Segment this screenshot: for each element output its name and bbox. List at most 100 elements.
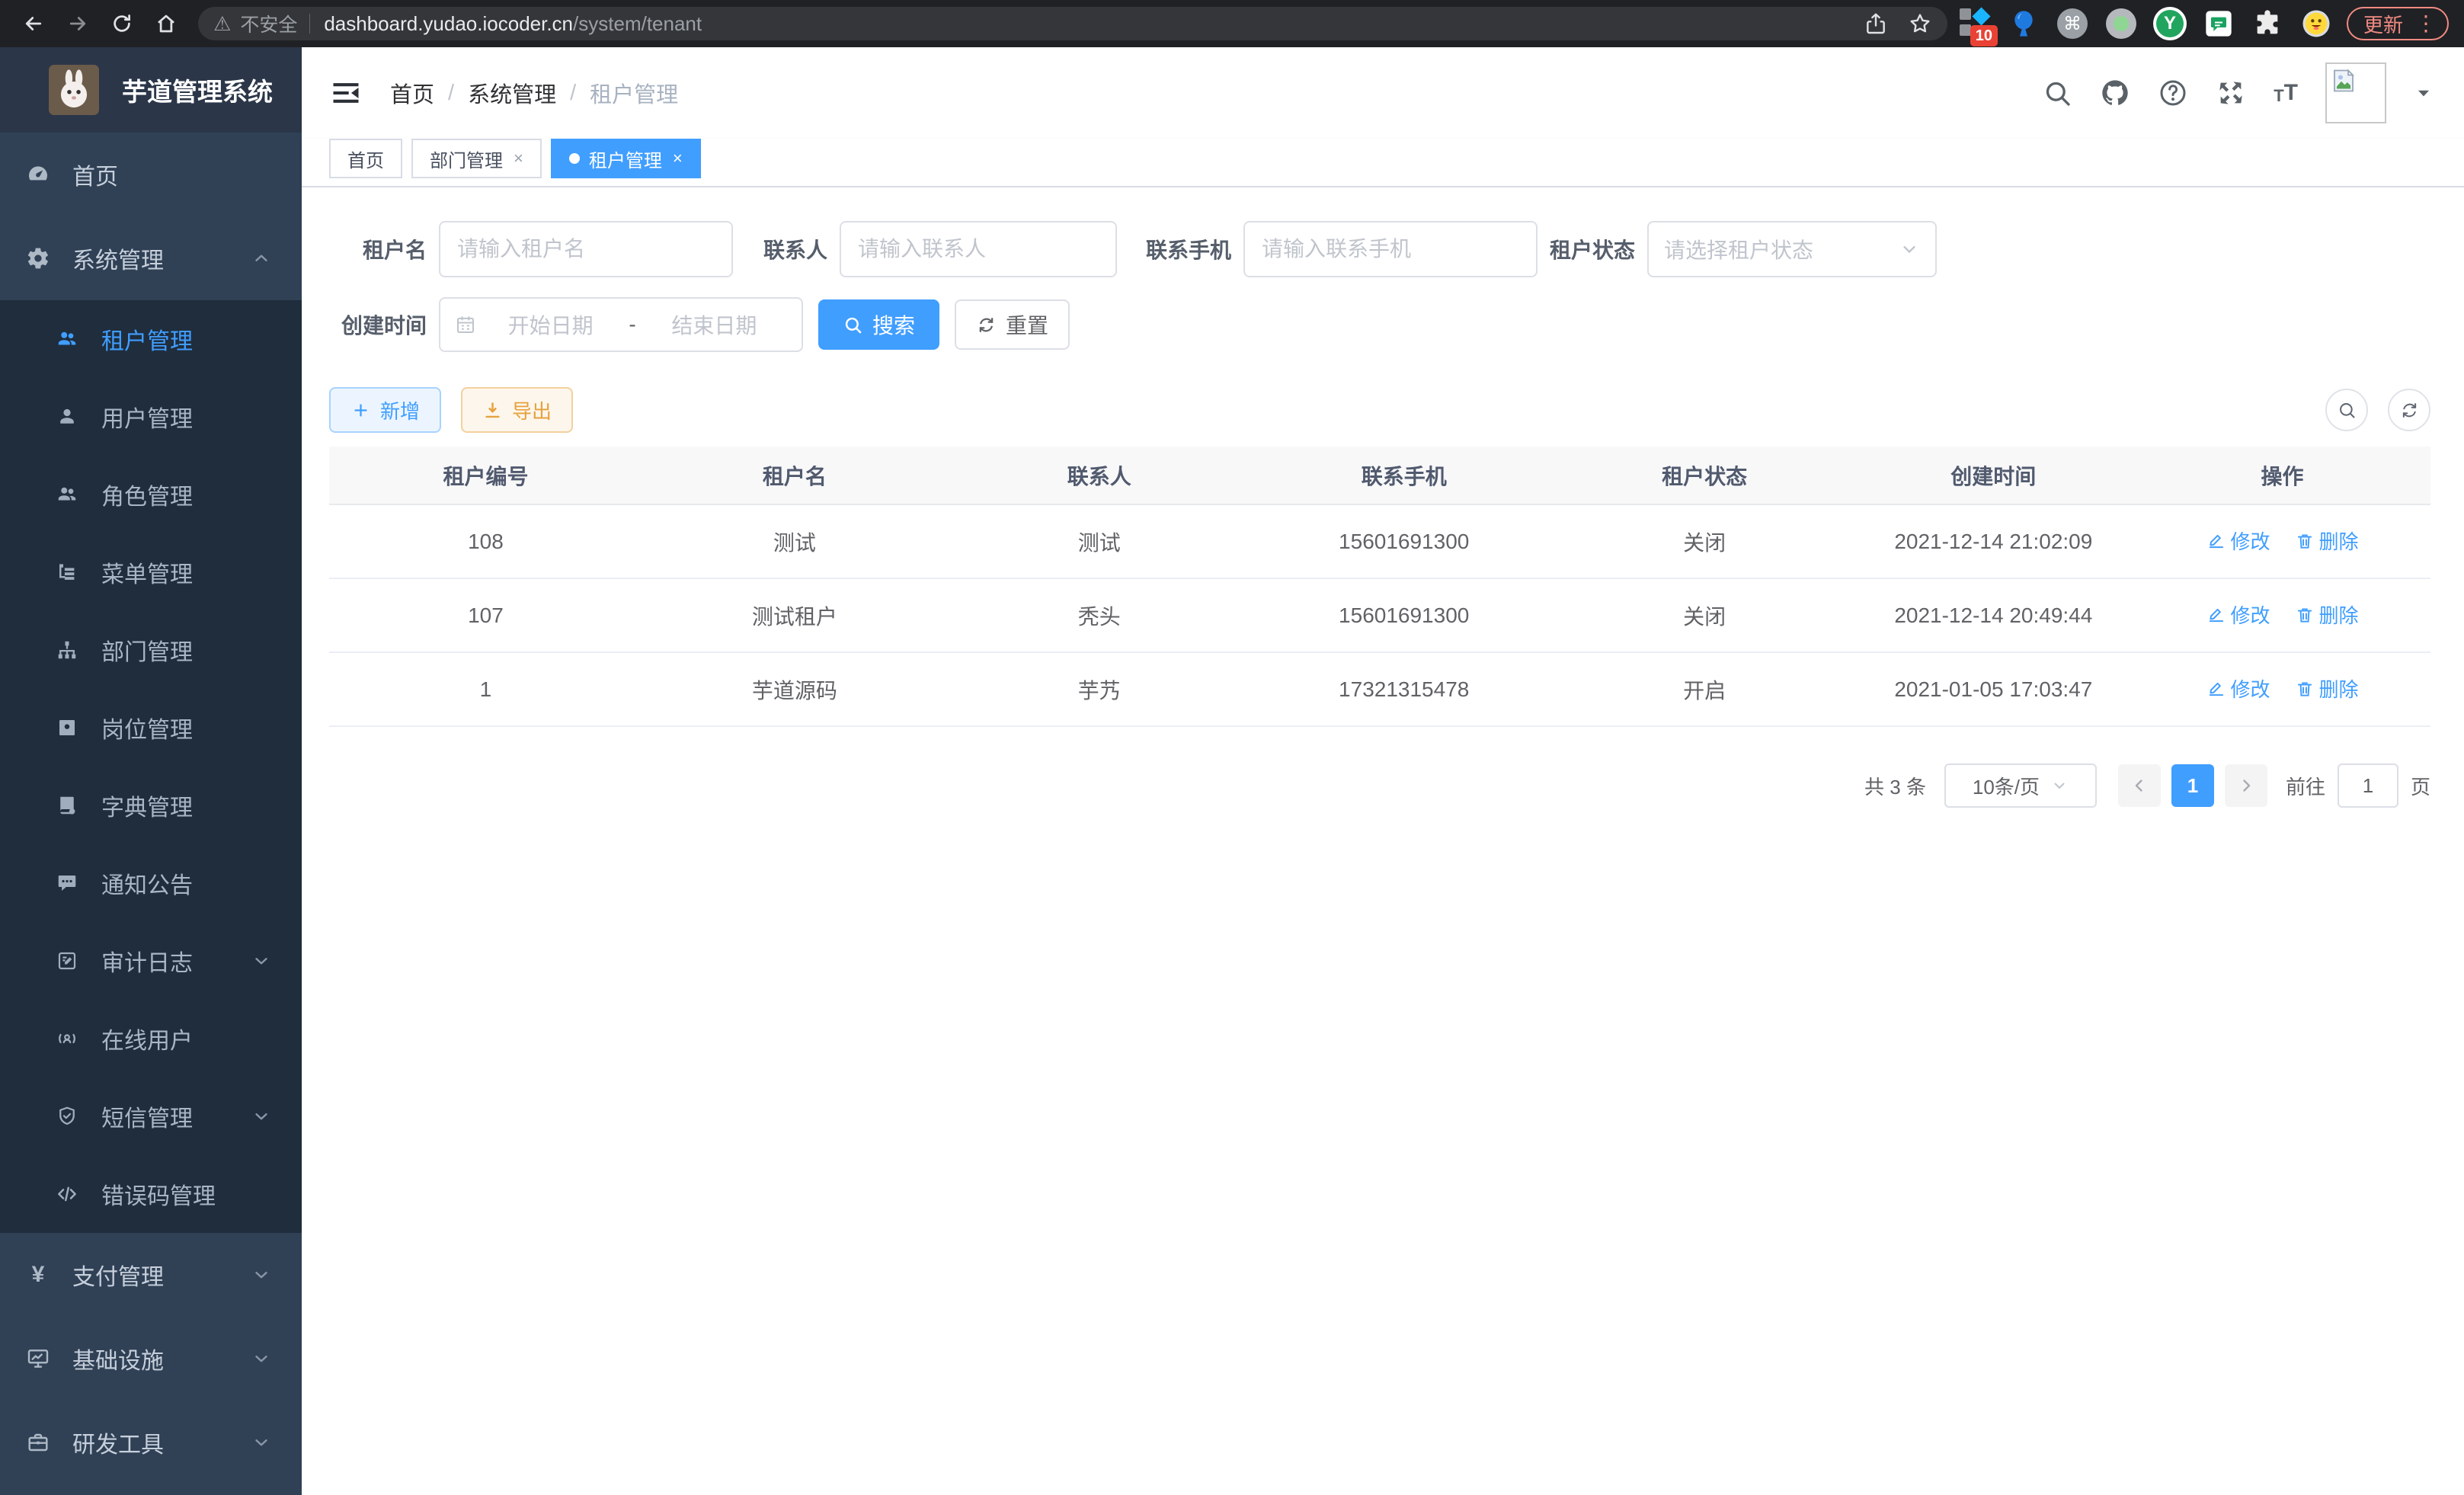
extensions-grid-icon[interactable]: 10 [1958,7,1992,40]
filter-row-2: 创建时间 开始日期 - 结束日期 搜索 重置 [329,297,2430,352]
page-number-1[interactable]: 1 [2171,764,2214,807]
trash-icon [2295,679,2315,699]
sidebar-item-role[interactable]: 角色管理 [0,456,302,533]
search-icon[interactable] [2042,78,2072,108]
reload-icon[interactable] [105,7,139,40]
back-icon[interactable] [17,7,50,40]
column-header: 租户状态 [1557,447,1853,504]
command-icon[interactable]: ⌘ [2056,7,2089,40]
sidebar-item-audit[interactable]: 审计日志 [0,922,302,1000]
cell-created_at: 2021-01-05 17:03:47 [1853,652,2135,726]
url-host: dashboard.yudao.iocoder.cn [324,12,573,36]
edit-button[interactable]: 修改 [2206,600,2270,629]
prev-page-button[interactable] [2118,764,2161,807]
search-button[interactable]: 搜索 [818,299,939,350]
page-unit-label: 页 [2411,772,2430,800]
next-page-button[interactable] [2225,764,2267,807]
active-tab-dot [569,153,580,164]
plus-icon [350,400,371,421]
sidebar-item-errcode[interactable]: 错误码管理 [0,1155,302,1233]
sidebar-item-label: 菜单管理 [101,555,193,589]
contact-input[interactable] [840,221,1117,277]
show-search-button[interactable] [2325,389,2368,431]
github-icon[interactable] [2100,78,2130,108]
font-size-icon[interactable]: TT [2274,82,2298,104]
tab-tenant[interactable]: 租户管理× [551,139,701,178]
sidebar-item-dept[interactable]: 部门管理 [0,611,302,689]
column-header: 租户编号 [329,447,642,504]
delete-button[interactable]: 删除 [2295,527,2359,555]
breadcrumb-system[interactable]: 系统管理 [468,77,556,109]
sidebar-item-system[interactable]: 系统管理 [0,216,302,300]
kebab-menu-icon[interactable]: ⋮ [2411,13,2441,34]
cell-name: 芋道源码 [642,652,947,726]
cell-status: 开启 [1557,652,1853,726]
date-range-picker[interactable]: 开始日期 - 结束日期 [439,297,803,352]
browser-update-button[interactable]: 更新 ⋮ [2347,7,2449,40]
green-dot-icon[interactable] [2104,7,2138,40]
emoji-icon[interactable] [2299,7,2333,40]
sidebar-item-label: 短信管理 [101,1100,193,1133]
table-row: 108测试测试15601691300关闭2021-12-14 21:02:09修… [329,504,2430,578]
edit-button[interactable]: 修改 [2206,527,2270,555]
help-icon[interactable] [2158,78,2188,108]
breadcrumb-home[interactable]: 首页 [390,77,434,109]
sidebar-item-dict[interactable]: 字典管理 [0,767,302,844]
chevron-down-icon [251,1265,271,1285]
fullscreen-icon[interactable] [2216,78,2246,108]
sidebar-item-tenant[interactable]: 租户管理 [0,300,302,378]
browser-chrome: ⚠ 不安全 dashboard.yudao.iocoder.cn /system… [0,0,2464,47]
online-user-icon [56,1027,78,1050]
sidebar-collapse-icon[interactable] [329,76,363,110]
status-select[interactable]: 请选择租户状态 [1647,221,1937,277]
sidebar-item-label: 字典管理 [101,789,193,822]
tab-dept[interactable]: 部门管理 × [411,139,542,178]
tab-label: 部门管理 [430,146,503,172]
sidebar-logo-row[interactable]: 芋道管理系统 [0,47,302,133]
sidebar-item-post[interactable]: 岗位管理 [0,689,302,767]
mobile-input[interactable] [1243,221,1538,277]
post-badge-icon [56,716,78,739]
chat-icon[interactable] [2202,7,2235,40]
sidebar-item-notice[interactable]: 通知公告 [0,844,302,922]
balloon-icon[interactable] [2007,7,2040,40]
sms-shield-icon [56,1105,78,1128]
delete-button[interactable]: 删除 [2295,600,2359,629]
share-icon[interactable] [1864,11,1888,36]
date-start-placeholder: 开始日期 [477,309,624,340]
sidebar-item-label: 支付管理 [72,1258,164,1292]
y-logo-icon[interactable]: Y [2153,7,2187,40]
tab-home[interactable]: 首页 [329,139,402,178]
caret-down-icon[interactable] [2414,83,2434,103]
reset-button[interactable]: 重置 [955,299,1070,350]
star-icon[interactable] [1908,11,1932,36]
page-size-select[interactable]: 10条/页 [1944,764,2097,808]
sidebar-item-menu[interactable]: 菜单管理 [0,533,302,611]
close-tab-icon[interactable]: × [514,150,523,167]
url-bar[interactable]: ⚠ 不安全 dashboard.yudao.iocoder.cn /system… [198,7,1947,40]
avatar[interactable] [2325,62,2386,123]
add-button[interactable]: 新增 [329,387,441,433]
edit-button[interactable]: 修改 [2206,674,2270,703]
goto-page-input[interactable] [2338,764,2398,808]
delete-button[interactable]: 删除 [2295,674,2359,703]
cell-created_at: 2021-12-14 20:49:44 [1853,578,2135,652]
tenant-name-input[interactable] [439,221,733,277]
cell-status: 关闭 [1557,578,1853,652]
sidebar-item-online[interactable]: 在线用户 [0,1000,302,1077]
home-icon[interactable] [149,7,183,40]
sidebar-item-sms[interactable]: 短信管理 [0,1077,302,1155]
sidebar-item-tools[interactable]: 研发工具 [0,1401,302,1484]
page-header: 首页 / 系统管理 / 租户管理 TT [302,47,2464,139]
close-tab-icon[interactable]: × [673,150,683,167]
sidebar-item-user[interactable]: 用户管理 [0,378,302,456]
puzzle-icon[interactable] [2251,7,2284,40]
sidebar-item-home[interactable]: 首页 [0,133,302,216]
edit-button-label: 修改 [2231,600,2270,629]
refresh-table-button[interactable] [2388,389,2430,431]
sidebar-item-pay[interactable]: ¥支付管理 [0,1233,302,1317]
export-button[interactable]: 导出 [461,387,573,433]
sidebar: 芋道管理系统 首页系统管理租户管理用户管理角色管理菜单管理部门管理岗位管理字典管… [0,47,302,1495]
sidebar-item-infra[interactable]: 基础设施 [0,1317,302,1401]
forward-icon[interactable] [61,7,94,40]
